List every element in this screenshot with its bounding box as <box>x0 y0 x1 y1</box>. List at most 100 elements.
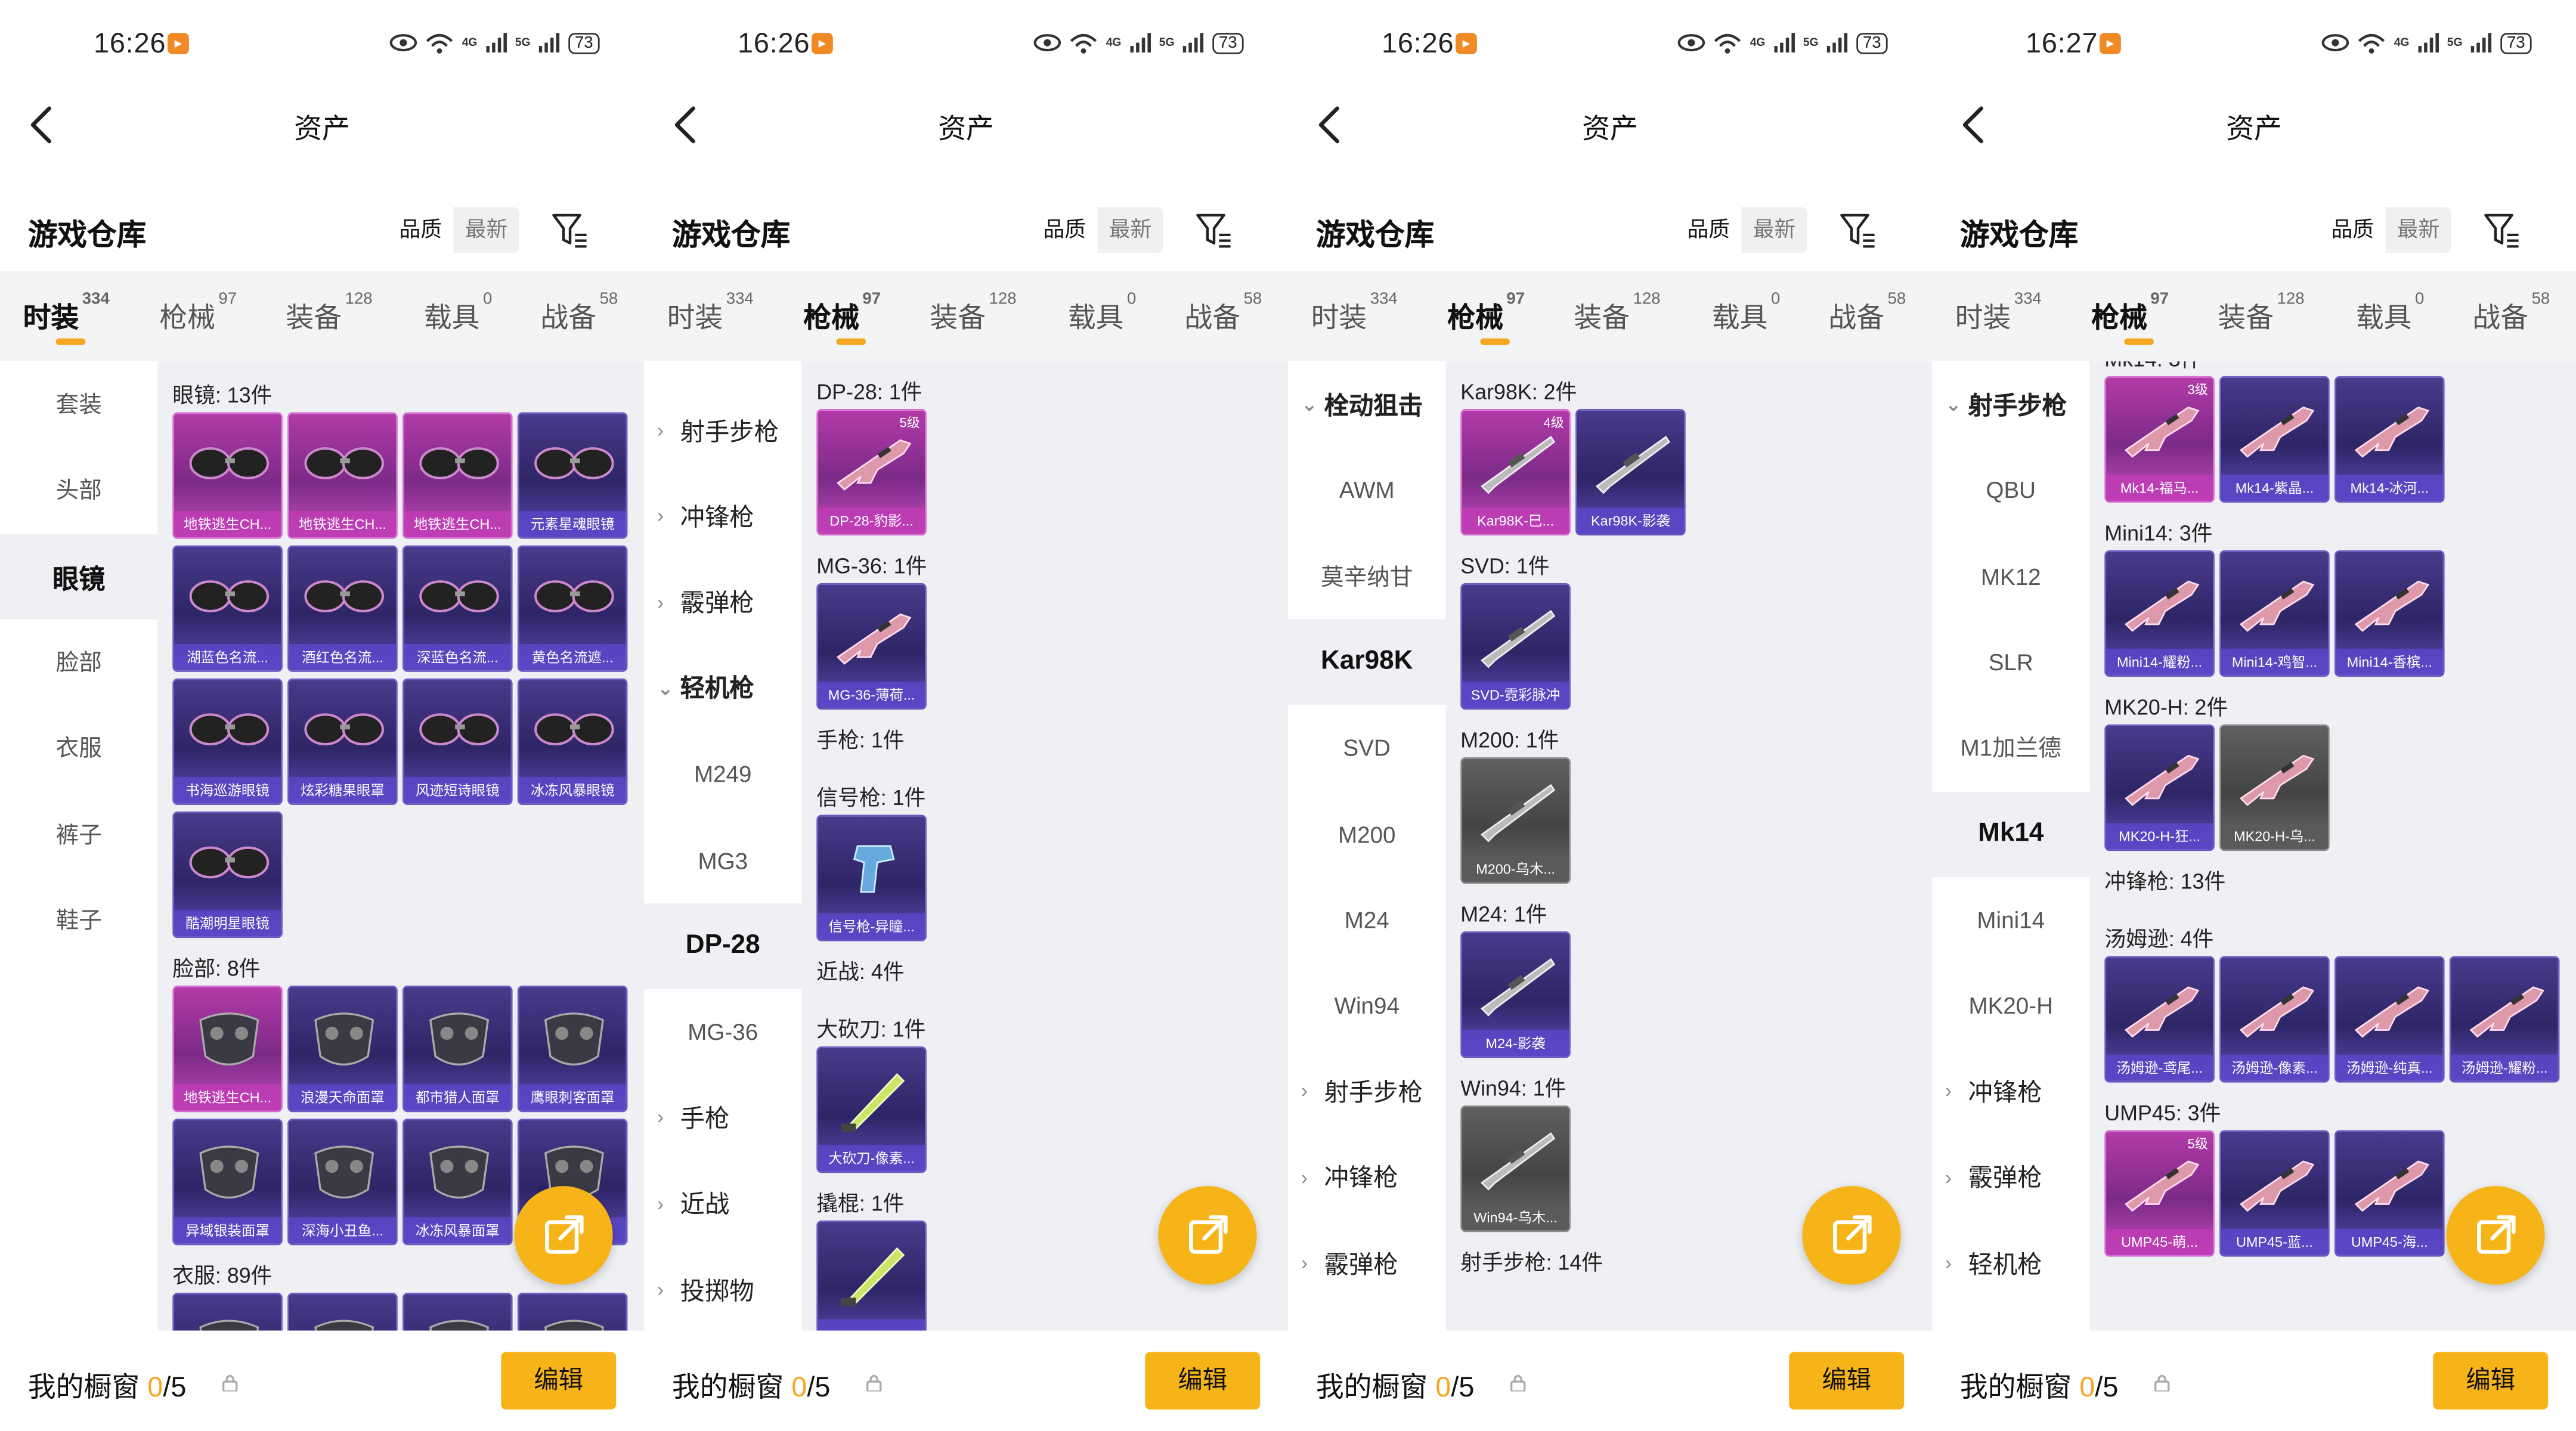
item-card[interactable]: 汤姆逊-像素... <box>2219 956 2330 1083</box>
sidebar-item[interactable]: › 射手步枪 <box>1288 1049 1445 1134</box>
tab-vehicles[interactable]: 载具0 <box>1712 291 1781 335</box>
sort-newest-option[interactable]: 最新 <box>2385 207 2451 253</box>
item-card[interactable]: 地铁逃生CH... <box>172 986 283 1113</box>
sidebar-item[interactable]: MK12 <box>1932 533 2089 618</box>
sidebar-item[interactable]: › 轻机枪 <box>1932 1221 2089 1306</box>
item-card[interactable]: 书海巡游眼镜 <box>172 678 283 805</box>
tab-firearms[interactable]: 枪械97 <box>803 291 881 345</box>
item-card[interactable]: 大砍刀-像素... <box>816 1046 927 1173</box>
sidebar-item[interactable]: 套装 <box>0 361 157 447</box>
sidebar-item[interactable]: 莫辛纳甘 <box>1288 533 1445 618</box>
item-card[interactable]: 3级 Mk14-福马... <box>2104 376 2215 503</box>
item-card[interactable] <box>287 1293 398 1331</box>
tab-fashion[interactable]: 时装334 <box>667 291 754 335</box>
sidebar-item[interactable]: ⌄ 栓动狙击 <box>1288 361 1445 447</box>
item-card[interactable]: 地铁逃生CH... <box>287 412 398 539</box>
share-button[interactable] <box>514 1186 613 1285</box>
item-card[interactable]: 深蓝色名流... <box>402 545 513 672</box>
share-button[interactable] <box>2446 1186 2545 1285</box>
item-card[interactable]: 汤姆逊-耀粉... <box>2449 956 2560 1083</box>
sidebar-item[interactable]: › 近战 <box>644 1161 801 1246</box>
share-button[interactable] <box>1158 1186 1257 1285</box>
tab-firearms[interactable]: 枪械97 <box>159 291 237 335</box>
tab-equipment[interactable]: 装备128 <box>2218 291 2304 335</box>
sidebar-item[interactable]: 裤子 <box>0 791 157 876</box>
item-card[interactable]: 地铁逃生CH... <box>172 412 283 539</box>
filter-icon[interactable] <box>1838 212 1878 248</box>
sort-quality-option[interactable]: 品质 <box>1032 207 1098 253</box>
sidebar-item[interactable]: 眼镜 <box>0 533 158 619</box>
item-card[interactable]: SVD-霓彩脉冲 <box>1460 583 1571 710</box>
sidebar-item[interactable]: Win94 <box>1288 963 1445 1048</box>
share-button[interactable] <box>1802 1186 1901 1285</box>
sort-newest-option[interactable]: 最新 <box>1097 207 1163 253</box>
tab-equipment[interactable]: 装备128 <box>930 291 1016 335</box>
tab-firearms[interactable]: 枪械97 <box>1447 291 1525 345</box>
edit-button[interactable]: 编辑 <box>1145 1352 1261 1410</box>
item-card[interactable] <box>517 1293 628 1331</box>
sort-quality-option[interactable]: 品质 <box>388 207 454 253</box>
item-card[interactable]: 汤姆逊-鸢尾... <box>2104 956 2215 1083</box>
item-card[interactable] <box>816 1221 927 1331</box>
tab-vehicles[interactable]: 载具0 <box>1068 291 1137 335</box>
edit-button[interactable]: 编辑 <box>1789 1352 1905 1410</box>
sidebar-item[interactable]: ⌄ 射手步枪 <box>1932 361 2089 447</box>
sidebar-item[interactable]: Mk14 <box>1931 791 2090 876</box>
item-card[interactable]: 湖蓝色名流... <box>172 545 283 672</box>
item-card[interactable]: Mk14-紫晶... <box>2219 376 2330 503</box>
tab-equipment[interactable]: 装备128 <box>1574 291 1660 335</box>
item-card[interactable]: UMP45-海... <box>2334 1130 2445 1257</box>
sidebar-item[interactable]: DP-28 <box>643 903 802 989</box>
item-card[interactable]: M200-乌木... <box>1460 757 1571 884</box>
item-card[interactable]: 冰冻风暴面罩 <box>402 1119 513 1246</box>
sidebar-item[interactable]: › 霰弹枪 <box>1288 1221 1445 1306</box>
item-card[interactable]: 黄色名流遮... <box>517 545 628 672</box>
sidebar-item[interactable]: › 投掷物 <box>644 1247 801 1331</box>
sidebar-item[interactable]: 衣服 <box>0 705 157 790</box>
sidebar-item[interactable]: MG3 <box>644 817 801 903</box>
item-card[interactable]: M24-影袭 <box>1460 931 1571 1058</box>
tab-supplies[interactable]: 战备58 <box>1184 291 1262 335</box>
item-card[interactable]: 异域银装面罩 <box>172 1119 283 1246</box>
sort-quality-option[interactable]: 品质 <box>1676 207 1742 253</box>
item-card[interactable]: 风迹短诗眼镜 <box>402 678 513 805</box>
sidebar-item[interactable]: ⌄ 轻机枪 <box>644 645 801 730</box>
item-card[interactable]: 汤姆逊-纯真... <box>2334 956 2445 1083</box>
item-card[interactable]: Mini14-香槟... <box>2334 550 2445 677</box>
sidebar-item[interactable]: SLR <box>1932 619 2089 704</box>
tab-supplies[interactable]: 战备58 <box>2472 291 2550 335</box>
tab-vehicles[interactable]: 载具0 <box>2356 291 2425 335</box>
item-card[interactable]: 深海小丑鱼... <box>287 1119 398 1246</box>
sidebar-item[interactable]: MG-36 <box>644 989 801 1074</box>
sidebar-item[interactable]: 头部 <box>0 447 157 532</box>
sidebar-item[interactable]: Mini14 <box>1932 877 2089 962</box>
sidebar-item[interactable]: 脸部 <box>0 619 157 704</box>
tab-equipment[interactable]: 装备128 <box>286 291 372 335</box>
item-card[interactable]: 酒红色名流... <box>287 545 398 672</box>
sidebar-item[interactable]: › 冲锋枪 <box>1288 1135 1445 1220</box>
item-card[interactable]: Win94-乌木... <box>1460 1105 1571 1232</box>
item-card[interactable]: 地铁逃生CH... <box>402 412 513 539</box>
tab-supplies[interactable]: 战备58 <box>540 291 618 335</box>
sidebar-item[interactable]: M249 <box>644 732 801 817</box>
item-card[interactable]: MK20-H-狂... <box>2104 724 2215 851</box>
item-card[interactable]: Mini14-鸡智... <box>2219 550 2330 677</box>
sidebar-item[interactable]: › 手枪 <box>644 1075 801 1160</box>
sidebar-item[interactable]: QBU <box>1932 447 2089 532</box>
filter-icon[interactable] <box>2482 212 2522 248</box>
sidebar-item[interactable]: MK20-H <box>1932 963 2089 1048</box>
item-card[interactable]: 5级 DP-28-豹影... <box>816 409 927 536</box>
tab-vehicles[interactable]: 载具0 <box>424 291 493 335</box>
sidebar-item[interactable]: › 冲锋枪 <box>1932 1049 2089 1134</box>
sidebar-item[interactable]: AWM <box>1288 447 1445 532</box>
item-card[interactable]: 浪漫天命面罩 <box>287 986 398 1113</box>
sidebar-item[interactable]: 鞋子 <box>0 877 157 962</box>
sidebar-item[interactable]: › 霰弹枪 <box>1932 1135 2089 1220</box>
sort-newest-option[interactable]: 最新 <box>453 207 519 253</box>
item-card[interactable]: Mk14-冰河... <box>2334 376 2445 503</box>
item-card[interactable]: 元素星魂眼镜 <box>517 412 628 539</box>
item-card[interactable]: Mini14-耀粉... <box>2104 550 2215 677</box>
tab-supplies[interactable]: 战备58 <box>1828 291 1906 335</box>
sort-newest-option[interactable]: 最新 <box>1741 207 1807 253</box>
tab-fashion[interactable]: 时装334 <box>1955 291 2042 335</box>
